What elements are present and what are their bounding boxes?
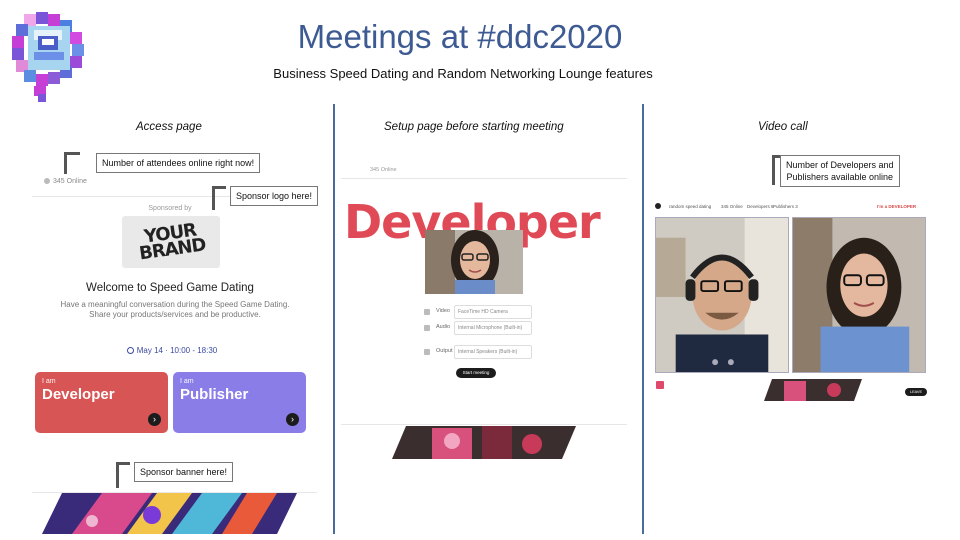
attendees-callout: Number of attendees online right now! xyxy=(96,153,261,173)
video-call-navbar: random speed dating 345 Online Developer… xyxy=(651,201,933,213)
access-page-label: Access page xyxy=(136,121,202,133)
sponsor-logo-icon xyxy=(656,381,664,389)
participant-video-developer xyxy=(655,217,789,373)
leave-room-button[interactable]: LEAVE ROOM xyxy=(905,388,927,402)
camera-preview xyxy=(425,230,523,294)
output-label: Output xyxy=(436,348,453,354)
welcome-description: Have a meaningful conversation during th… xyxy=(60,300,290,319)
role-tag: I'm a DEVELOPER xyxy=(877,204,917,209)
video-call-label: Video call xyxy=(758,121,808,133)
sponsor-banner-callout: Sponsor banner here! xyxy=(134,462,234,482)
slide-subtitle: Business Speed Dating and Random Network… xyxy=(273,66,653,81)
sponsor-logo: YOUR BRAND xyxy=(122,216,220,268)
sponsor-logo-callout: Sponsor logo here! xyxy=(230,186,319,206)
publishers-count: Publishers 3 xyxy=(773,204,798,209)
sponsored-by-label: Sponsored by xyxy=(148,205,192,212)
audio-select-row: Audio Internal Microphone (Built-in) xyxy=(424,321,534,335)
event-date: May 14 · 10:00 - 18:30 xyxy=(0,346,344,355)
output-select-row: Output Internal Speakers (Built-in) xyxy=(424,345,534,359)
room-title: random speed dating xyxy=(669,204,712,209)
arrow-right-icon[interactable]: › xyxy=(148,413,161,426)
sponsor-banner xyxy=(764,379,862,401)
developer-card-role: Developer xyxy=(42,386,115,403)
developers-count: Developers 6 xyxy=(747,204,774,209)
online-count: 345 Online xyxy=(370,167,397,173)
app-logo-icon xyxy=(655,203,661,209)
online-count: 345 Online xyxy=(44,178,87,185)
publisher-card-prefix: I am xyxy=(180,378,194,385)
microphone-icon xyxy=(424,325,430,331)
audio-label: Audio xyxy=(436,324,451,330)
divider xyxy=(341,178,627,179)
camera-icon xyxy=(424,309,430,315)
slide-title: Meetings at #ddc2020 xyxy=(297,18,623,55)
publisher-card[interactable]: I am Publisher › xyxy=(173,372,306,433)
arrow-right-icon[interactable]: › xyxy=(286,413,299,426)
sponsor-logo-text: YOUR BRAND xyxy=(137,219,207,265)
developers-publishers-callout: Number of Developers and Publishers avai… xyxy=(780,155,900,187)
callout-bracket xyxy=(64,152,80,174)
users-icon xyxy=(44,178,50,185)
developer-card[interactable]: I am Developer › xyxy=(35,372,168,433)
sponsor-banner xyxy=(392,426,576,459)
developer-card-prefix: I am xyxy=(42,378,56,385)
speaker-icon xyxy=(424,349,430,355)
online-count: 345 Online xyxy=(721,204,743,209)
audio-select[interactable]: Internal Microphone (Built-in) xyxy=(454,321,532,335)
callout-bracket xyxy=(116,462,130,488)
divider xyxy=(341,424,627,425)
calendar-icon xyxy=(126,347,134,354)
publisher-card-role: Publisher xyxy=(180,386,249,403)
video-select-row: Video FaceTime HD Camera xyxy=(424,305,534,319)
output-select[interactable]: Internal Speakers (Built-in) xyxy=(454,345,532,359)
welcome-title: Welcome to Speed Game Dating xyxy=(86,282,254,294)
video-label: Video xyxy=(436,308,450,314)
video-select[interactable]: FaceTime HD Camera xyxy=(454,305,532,319)
start-meeting-button[interactable]: Start meeting xyxy=(456,368,496,378)
column-divider xyxy=(642,104,644,534)
setup-page-label: Setup page before starting meeting xyxy=(384,121,564,133)
sponsor-banner xyxy=(42,493,297,534)
column-divider xyxy=(333,104,335,534)
participant-video-publisher xyxy=(792,217,926,373)
